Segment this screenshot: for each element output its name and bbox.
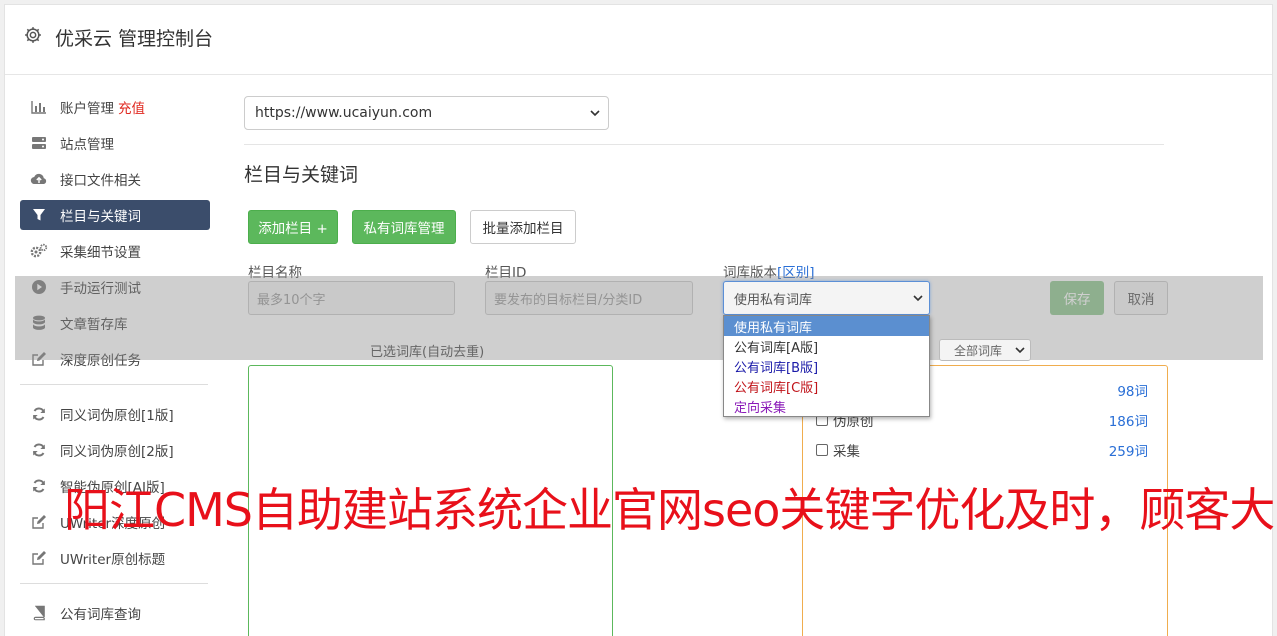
lib-checkbox[interactable] [816,444,828,456]
sidebar-item-label: 站点管理 [60,137,114,153]
header: 优采云 管理控制台 [5,5,1272,75]
modal-overlay [15,276,1263,360]
edit-icon [30,514,48,530]
sidebar-item[interactable]: 同义词伪原创[1版] [20,399,210,429]
lib-version-option[interactable]: 公有词库[B版] [724,356,929,376]
batch-add-button[interactable]: 批量添加栏目 [470,210,576,244]
selected-lib-label: 已选词库(自动去重) [370,345,485,360]
sidebar-item-label: 采集细节设置 [60,245,141,261]
lib-count: 186词 [1108,414,1148,430]
lib-version-option[interactable]: 使用私有词库 [724,316,929,336]
refresh-icon [30,406,48,422]
sidebar: 账户管理 充值 站点管理 接口文件相关 栏目与关键词 采集细节设置 手动运行测试 文章暂存库深… [20,92,210,634]
sidebar-item-label: 接口文件相关 [60,173,141,189]
chevron-down-icon [913,295,923,302]
lib-version-value: 使用私有词库 [734,292,813,308]
sidebar-item[interactable]: 公有词库查询 [20,598,210,628]
chevron-down-icon [1015,347,1025,354]
sidebar-item[interactable]: 站点管理 [20,128,210,158]
lib-filter-select[interactable]: 全部词库 [939,339,1031,361]
cogs-icon [30,243,48,259]
sidebar-item[interactable]: UWriter原创标题 [20,543,210,573]
site-select-value: https://www.ucaiyun.com [255,105,433,121]
lib-row[interactable]: 采集 259词 [816,440,1156,460]
watermark-text: 阳江CMS自助建站系统企业官网seo关键字优化及时，顾客大 [64,483,1275,537]
sidebar-item-label: 栏目与关键词 [60,209,141,225]
page-title: 优采云 管理控制台 [55,28,214,50]
book-icon [30,605,48,621]
lib-version-select[interactable]: 使用私有词库 [723,281,930,315]
sidebar-divider [20,384,208,385]
add-column-button[interactable]: 添加栏目 + [248,210,338,244]
filter-icon [30,207,48,223]
lib-count: 259词 [1108,444,1148,460]
chevron-down-icon [590,110,600,117]
edit-icon [30,550,48,566]
cloud-upload-icon [30,171,48,187]
refresh-icon [30,442,48,458]
sidebar-divider [20,583,208,584]
lib-label: 采集 [833,444,860,460]
lib-count: 98词 [1117,384,1148,400]
lib-version-option[interactable]: 公有词库[A版] [724,336,929,356]
site-select[interactable]: https://www.ucaiyun.com [244,96,609,130]
refresh-icon [30,478,48,494]
sidebar-item[interactable]: 同义词伪原创[2版] [20,435,210,465]
lib-version-options: 使用私有词库 公有词库[A版] 公有词库[B版] 公有词库[C版] 定向采集 [723,315,930,417]
sidebar-item[interactable]: 接口文件相关 [20,164,210,194]
sidebar-item[interactable]: 栏目与关键词 [20,200,210,230]
bar-chart-icon [30,99,48,115]
sidebar-item[interactable]: 账户管理 充值 [20,92,210,122]
divider [244,144,1164,145]
sidebar-item-label: 公有词库查询 [60,607,141,623]
section-title: 栏目与关键词 [244,164,359,186]
sidebar-item-label: 账户管理 [60,101,114,117]
recharge-link[interactable]: 充值 [118,97,145,117]
lib-filter-value: 全部词库 [954,343,1003,358]
private-lib-button[interactable]: 私有词库管理 [352,210,456,244]
sidebar-item-label: 同义词伪原创[2版] [60,444,174,460]
sidebar-item-label: UWriter原创标题 [60,552,166,568]
sidebar-item-label: 同义词伪原创[1版] [60,408,174,424]
sidebar-item[interactable]: 采集细节设置 [20,236,210,266]
server-icon [30,135,48,151]
lib-version-option[interactable]: 公有词库[C版] [724,376,929,396]
lib-version-option[interactable]: 定向采集 [724,396,929,416]
gear-icon [25,27,41,43]
